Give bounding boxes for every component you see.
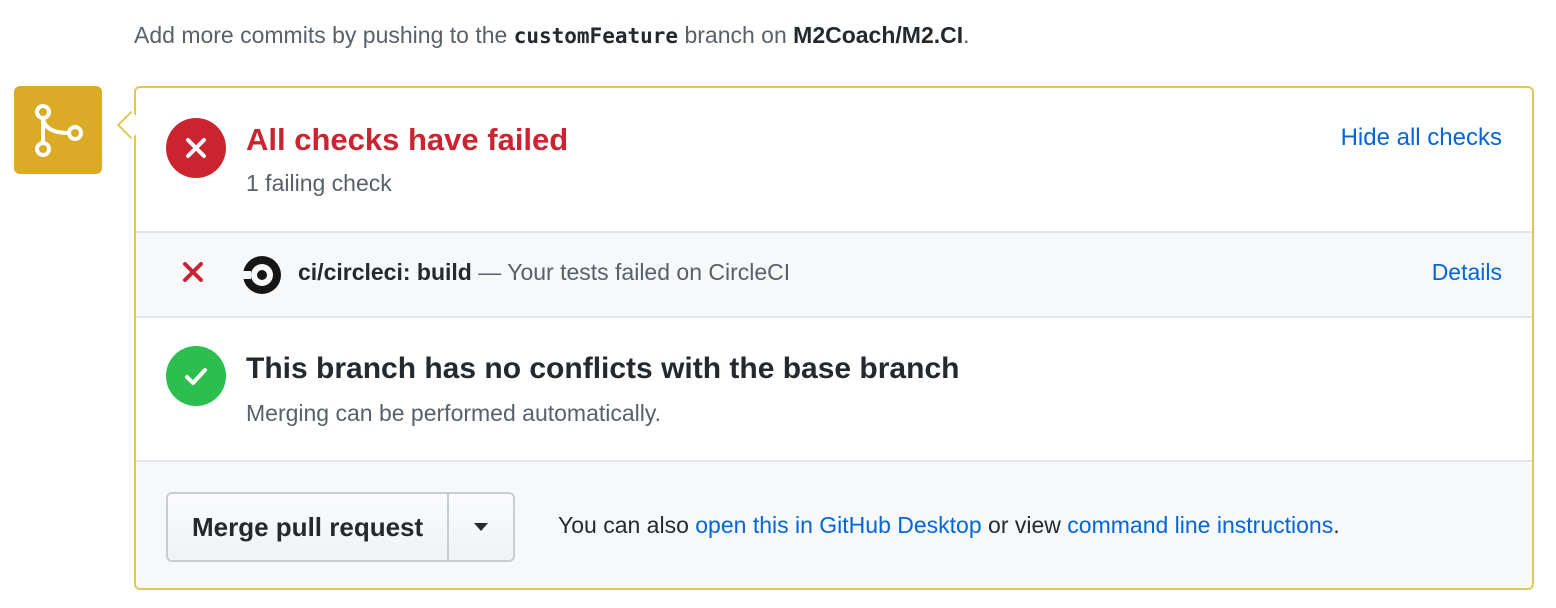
merge-status-icon-box [14,86,102,174]
branch-status: This branch has no conflicts with the ba… [136,318,1532,462]
merge-note-prefix: You can also [558,512,696,538]
merge-note-suffix: . [1333,512,1340,538]
success-status-icon [166,346,226,406]
circleci-logo-icon [242,255,282,300]
checks-subtitle: 1 failing check [246,170,392,196]
hide-all-checks-link[interactable]: Hide all checks [1341,124,1502,152]
merge-method-dropdown-button[interactable] [449,494,513,560]
checks-summary: All checks have failed 1 failing check H… [136,88,1532,233]
merge-button-group: Merge pull request [166,492,516,562]
check-item: ci/circleci: build — Your tests failed o… [136,233,1532,318]
open-in-desktop-link[interactable]: open this in GitHub Desktop [695,512,981,538]
check-context: ci/circleci: build [298,259,472,285]
merge-note-middle: or view [981,512,1068,538]
check-description: — Your tests failed on CircleCI [471,259,791,285]
check-item-text: ci/circleci: build — Your tests failed o… [298,259,790,286]
branch-status-title: This branch has no conflicts with the ba… [246,352,960,385]
checks-title: All checks have failed [246,122,569,157]
merge-actions: Merge pull request You can also open thi… [136,462,1532,588]
check-icon [185,368,207,385]
command-line-instructions-link[interactable]: command line instructions [1067,512,1333,538]
push-hint-suffix: . [963,22,970,48]
push-hint-middle: branch on [678,22,794,48]
push-hint-prefix: Add more commits by pushing to the [134,22,514,48]
failure-status-icon [166,118,226,178]
merge-pull-request-button[interactable]: Merge pull request [168,494,450,560]
git-merge-icon [35,104,83,157]
x-icon [180,259,206,290]
x-icon [186,138,206,158]
push-hint: Add more commits by pushing to the custo… [134,22,970,49]
triangle-down-icon [474,523,489,531]
branch-status-subtitle: Merging can be performed automatically. [246,400,662,426]
merge-alternatives-note: You can also open this in GitHub Desktop… [558,512,1340,539]
check-details-link[interactable]: Details [1432,259,1502,286]
merge-box: All checks have failed 1 failing check H… [134,86,1534,590]
branch-name: customFeature [513,24,679,48]
repo-name: M2Coach/M2.CI [793,22,964,48]
